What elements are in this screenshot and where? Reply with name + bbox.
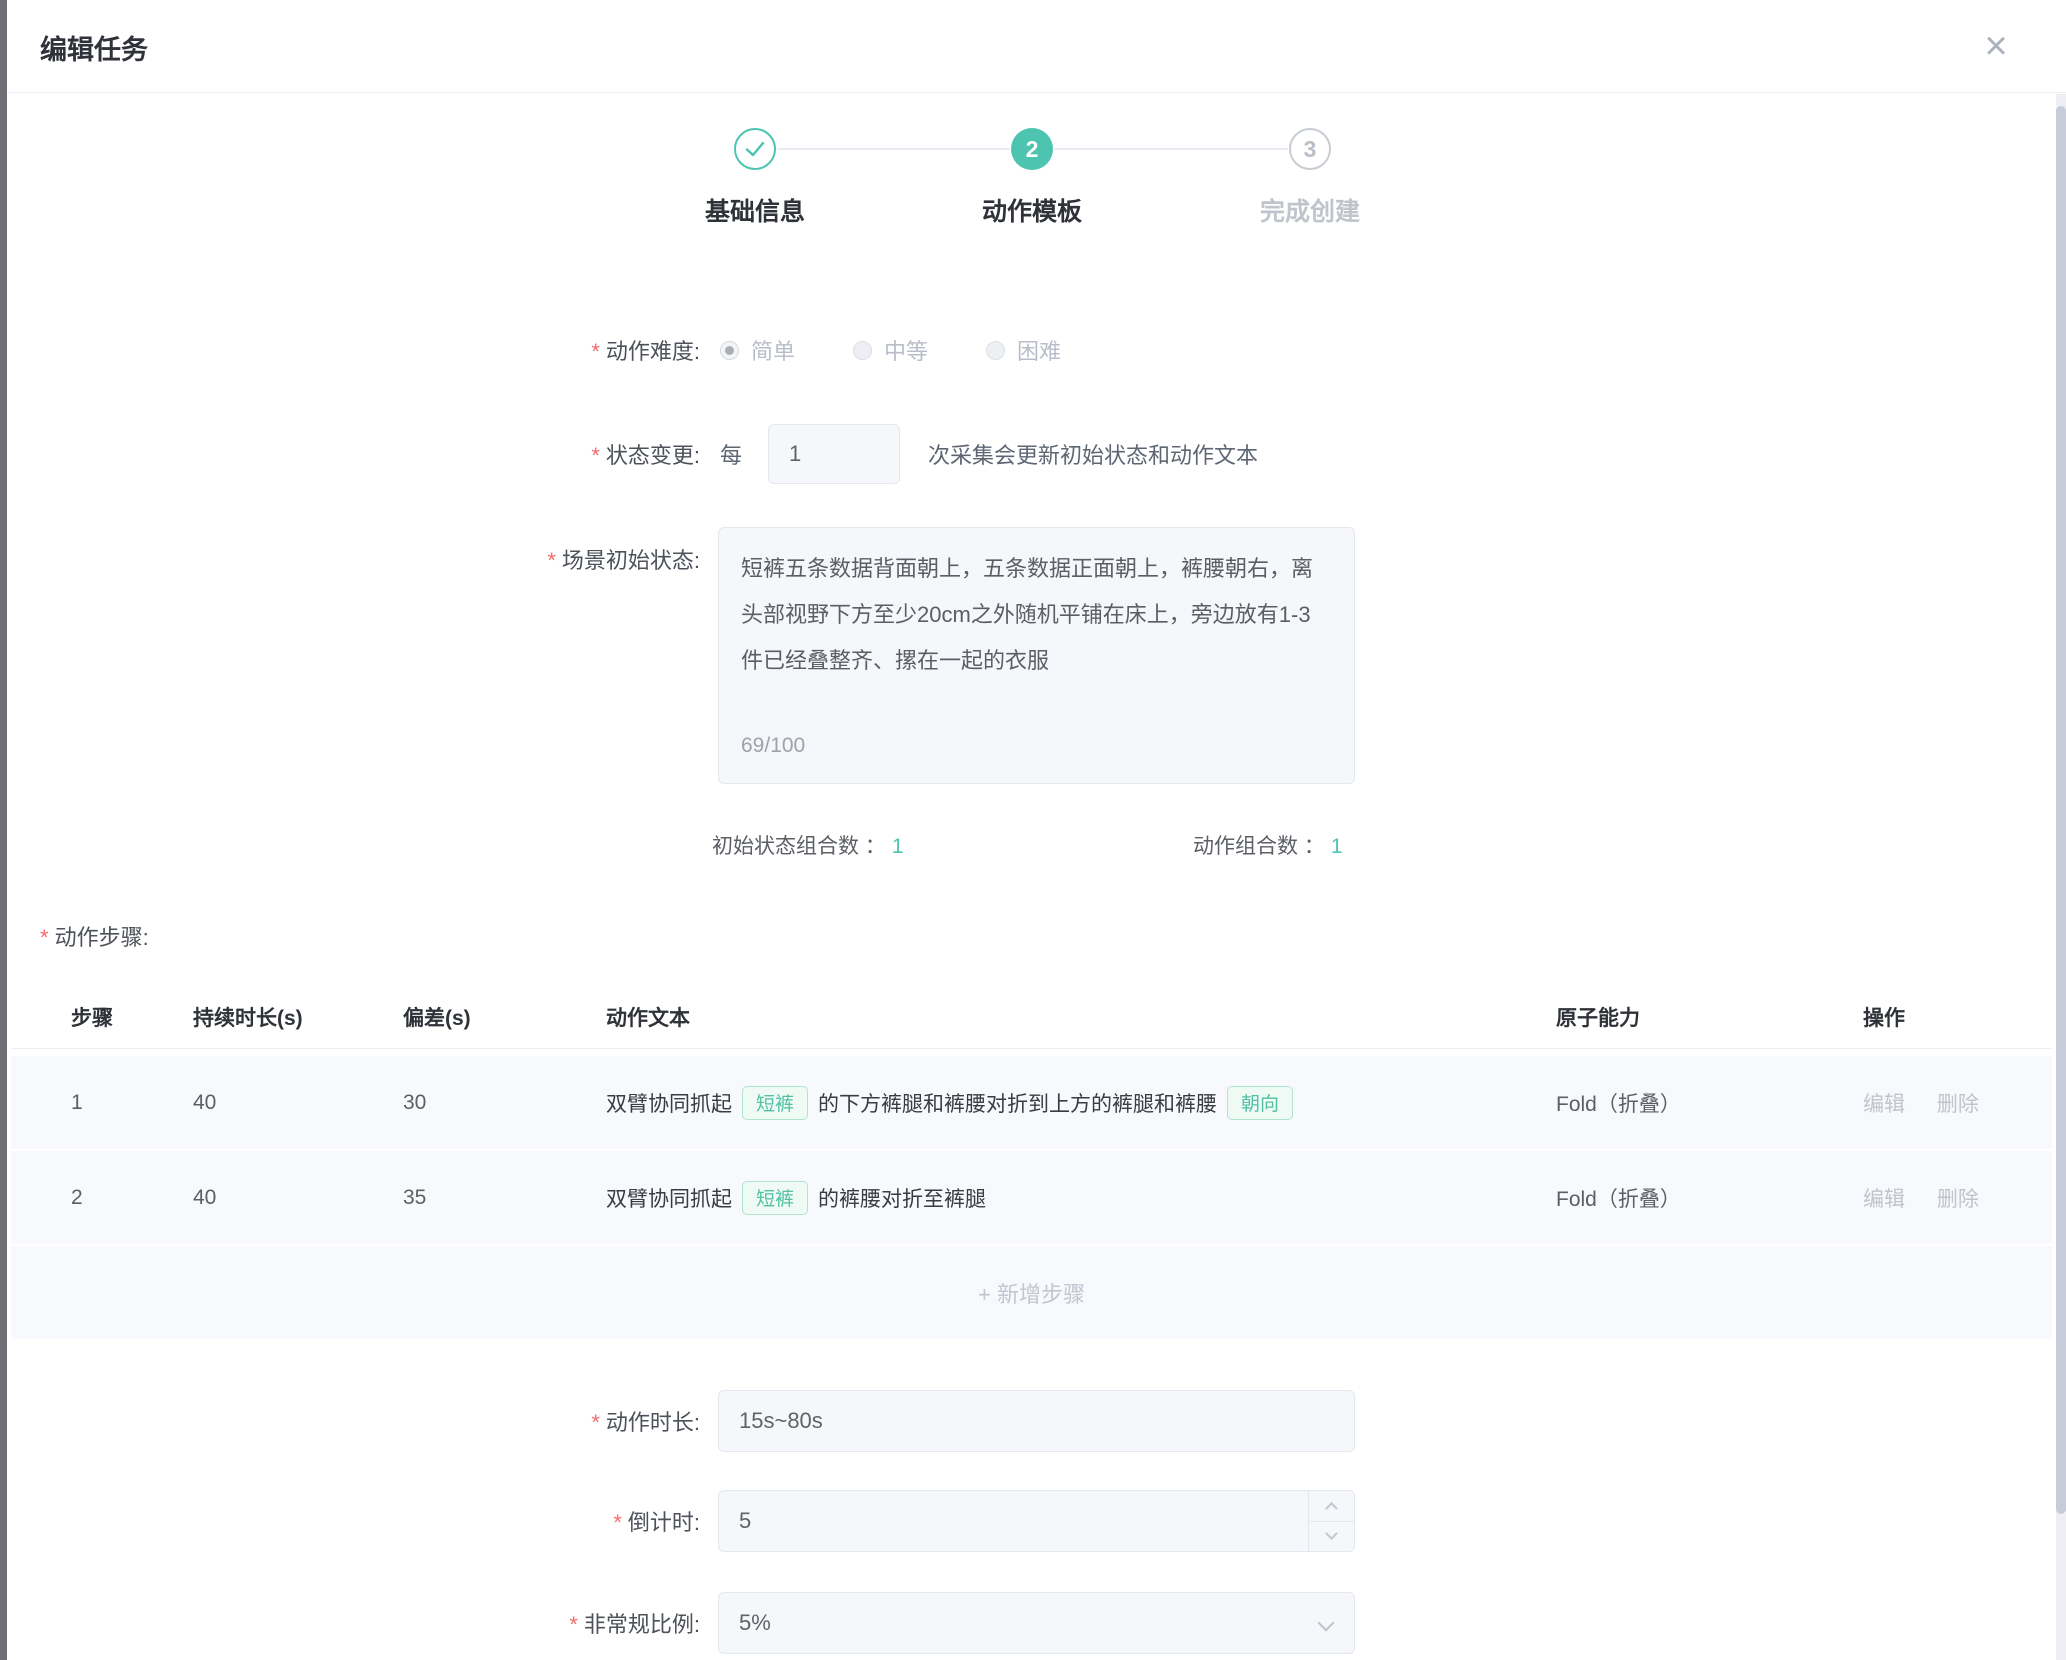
radio-hard[interactable]: 困难 [986,334,1061,366]
scrollbar-thumb[interactable] [2056,106,2066,1514]
countdown-row: *倒计时: 5 [7,1490,1607,1552]
state-change-label: *状态变更: [7,438,700,470]
required-asterisk: * [547,548,556,573]
page-backdrop [0,0,7,1660]
cell-deviation: 30 [403,1091,606,1115]
decrease-button[interactable] [1309,1522,1354,1552]
initial-combo-count: 初始状态组合数 ：1 [712,830,904,860]
cell-duration: 40 [193,1186,403,1210]
radio-circle [853,341,872,360]
cell-ability: Fold（折叠） [1556,1183,1863,1213]
increase-button[interactable] [1309,1491,1354,1522]
initial-combo-value: 1 [892,835,904,858]
chevron-down-icon [1318,1615,1335,1632]
action-combo-count: 动作组合数 ：1 [1193,830,1343,860]
delete-link[interactable]: 删除 [1937,1188,1979,1211]
step3-number: 3 [1304,136,1317,163]
table-row: 2 40 35 双臂协同抓起 短裤 的裤腰对折至裤腿 Fold（折叠） 编辑 删… [11,1151,2052,1246]
stepper-connector [777,148,1010,150]
radio-medium[interactable]: 中等 [853,334,928,366]
cell-action-text: 双臂协同抓起 短裤 的下方裤腿和裤腰对折到上方的裤腿和裤腰 朝向 [606,1086,1556,1120]
radio-simple[interactable]: 简单 [720,334,795,366]
step3-label: 完成创建 [1260,192,1360,228]
duration-label: *动作时长: [7,1405,700,1437]
tag-shorts: 短裤 [742,1181,808,1215]
state-change-row: *状态变更: 每 1 次采集会更新初始状态和动作文本 [7,424,1607,484]
edit-link[interactable]: 编辑 [1863,1093,1905,1116]
col-deviation: 偏差(s) [403,1002,606,1032]
radio-hard-label: 困难 [1017,334,1061,366]
table-row: 1 40 30 双臂协同抓起 短裤 的下方裤腿和裤腰对折到上方的裤腿和裤腰 朝向… [11,1056,2052,1151]
radio-circle [986,341,1005,360]
cell-operations: 编辑 删除 [1863,1183,2052,1213]
cell-ability: Fold（折叠） [1556,1088,1863,1118]
edit-link[interactable]: 编辑 [1863,1188,1905,1211]
step2-circle: 2 [1011,128,1053,170]
cell-deviation: 35 [403,1186,606,1210]
steps-table: 步骤 持续时长(s) 偏差(s) 动作文本 原子能力 操作 1 40 30 双臂… [11,985,2052,1339]
scrollbar-track[interactable] [2056,94,2066,1660]
cell-step: 2 [71,1186,193,1210]
action-combo-value: 1 [1331,835,1343,858]
difficulty-radio-group: 简单 中等 困难 [720,334,1119,366]
step1-circle [734,128,776,170]
state-change-prefix: 每 [720,438,742,470]
action-steps-label: *动作步骤: [40,920,149,952]
col-operations: 操作 [1863,1002,2052,1032]
ratio-label: *非常规比例: [7,1607,700,1639]
stepper-connector [1054,148,1288,150]
required-asterisk: * [569,1612,578,1637]
duration-row: *动作时长: 15s~80s [7,1390,1607,1452]
radio-circle-checked [720,341,739,360]
col-step: 步骤 [71,1002,193,1032]
col-action-text: 动作文本 [606,1002,1556,1032]
chevron-down-icon [1325,1527,1338,1540]
edit-task-modal: 编辑任务 × 基础信息 2 动作模板 3 完成创建 *动作难度: [7,0,2066,1660]
chevron-up-icon [1325,1502,1338,1515]
col-duration: 持续时长(s) [193,1002,403,1032]
difficulty-row: *动作难度: 简单 中等 困难 [7,328,1607,372]
tag-shorts: 短裤 [742,1086,808,1120]
required-asterisk: * [591,339,600,364]
state-change-suffix: 次采集会更新初始状态和动作文本 [928,438,1258,470]
countdown-label: *倒计时: [7,1505,700,1537]
delete-link[interactable]: 删除 [1937,1093,1979,1116]
step2-label: 动作模板 [982,192,1082,228]
ratio-select[interactable]: 5% [718,1592,1355,1654]
ratio-row: *非常规比例: 5% [7,1592,1607,1654]
cell-step: 1 [71,1091,193,1115]
countdown-input[interactable]: 5 [718,1490,1355,1552]
cell-duration: 40 [193,1091,403,1115]
tag-orientation: 朝向 [1227,1086,1293,1120]
initial-state-text: 短裤五条数据背面朝上，五条数据正面朝上，裤腰朝右，离头部视野下方至少20cm之外… [741,556,1313,673]
modal-header: 编辑任务 × [7,0,2066,93]
cell-operations: 编辑 删除 [1863,1088,2052,1118]
initial-state-label: *场景初始状态: [7,527,700,575]
table-header-row: 步骤 持续时长(s) 偏差(s) 动作文本 原子能力 操作 [11,985,2052,1049]
difficulty-label: *动作难度: [7,334,700,366]
state-change-input[interactable]: 1 [768,424,900,484]
initial-state-row: *场景初始状态: 短裤五条数据背面朝上，五条数据正面朝上，裤腰朝右，离头部视野下… [7,527,1607,784]
check-icon [745,141,765,157]
required-asterisk: * [591,1410,600,1435]
initial-state-textarea[interactable]: 短裤五条数据背面朝上，五条数据正面朝上，裤腰朝右，离头部视野下方至少20cm之外… [718,527,1355,784]
modal-title: 编辑任务 [40,28,148,67]
add-step-button[interactable]: + 新增步骤 [11,1246,2052,1339]
duration-input[interactable]: 15s~80s [718,1390,1355,1452]
col-ability: 原子能力 [1556,1002,1863,1032]
close-icon: × [1984,26,2007,66]
close-button[interactable]: × [1972,22,2020,70]
number-spinner [1308,1491,1354,1551]
required-asterisk: * [613,1510,622,1535]
step1-label: 基础信息 [705,192,805,228]
radio-simple-label: 简单 [751,334,795,366]
radio-medium-label: 中等 [884,334,928,366]
required-asterisk: * [591,443,600,468]
step2-number: 2 [1026,136,1039,163]
char-counter: 69/100 [741,723,805,769]
required-asterisk: * [40,925,49,950]
step3-circle: 3 [1289,128,1331,170]
cell-action-text: 双臂协同抓起 短裤 的裤腰对折至裤腿 [606,1181,1556,1215]
